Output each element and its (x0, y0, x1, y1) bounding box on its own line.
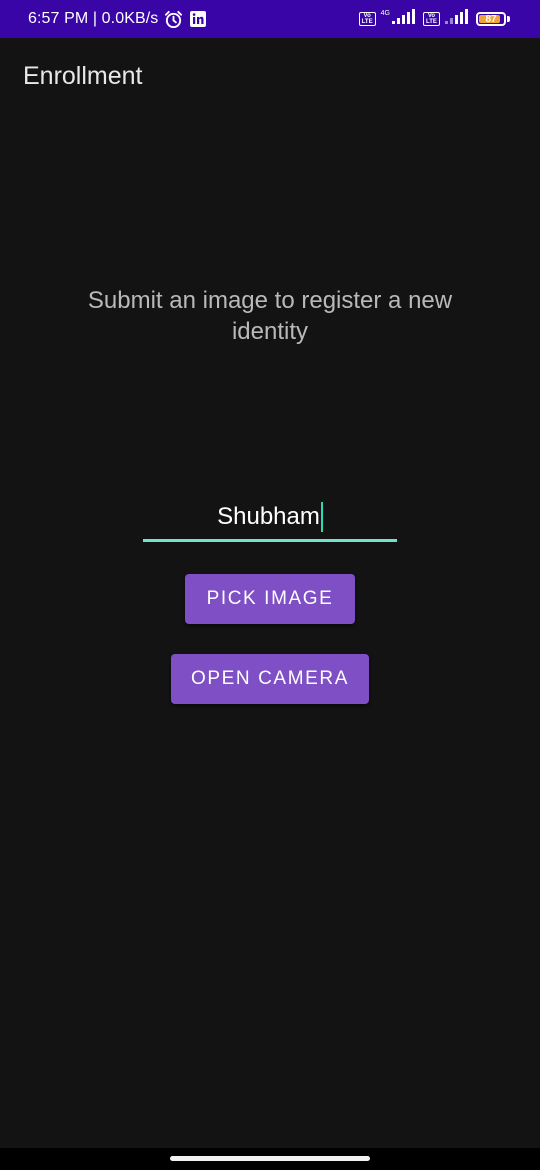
network-type: 4G (380, 9, 390, 17)
signal-strength-icon (392, 8, 418, 30)
instruction-text: Submit an image to register a new identi… (87, 287, 453, 345)
open-camera-button[interactable]: OPEN CAMERA (171, 654, 369, 704)
alarm-clock-icon (164, 10, 183, 29)
status-right: Vo LTE 4G Vo LTE 87 (358, 0, 510, 38)
status-time: 6:57 PM (28, 10, 89, 27)
home-gesture-handle[interactable] (170, 1156, 370, 1161)
status-left: 6:57 PM | 0.0KB/s (28, 0, 207, 38)
page-title: Enrollment (23, 62, 143, 90)
battery-icon: 87 (476, 12, 506, 26)
battery-percent: 87 (485, 13, 497, 25)
battery-cap (507, 16, 510, 22)
name-input-value[interactable]: Shubham (143, 502, 397, 532)
pick-image-button[interactable]: PICK IMAGE (185, 574, 355, 624)
status-separator: | (88, 10, 102, 27)
volte-badge-sim1: Vo LTE (358, 12, 376, 26)
app-screen: 6:57 PM | 0.0KB/s Vo LTE 4G Vo LTE 87 En… (0, 0, 540, 1170)
volte-badge-sim2: Vo LTE (423, 12, 440, 26)
name-input-underline (143, 539, 397, 542)
linkedin-icon (189, 10, 207, 28)
text-cursor (320, 502, 323, 532)
name-input[interactable]: Shubham (143, 500, 397, 542)
status-bar: 6:57 PM | 0.0KB/s Vo LTE 4G Vo LTE 87 (0, 0, 540, 38)
signal-strength-icon-sim2 (445, 8, 471, 30)
navigation-bar (0, 1148, 540, 1170)
network-speed: 0.0KB/s (101, 10, 159, 27)
